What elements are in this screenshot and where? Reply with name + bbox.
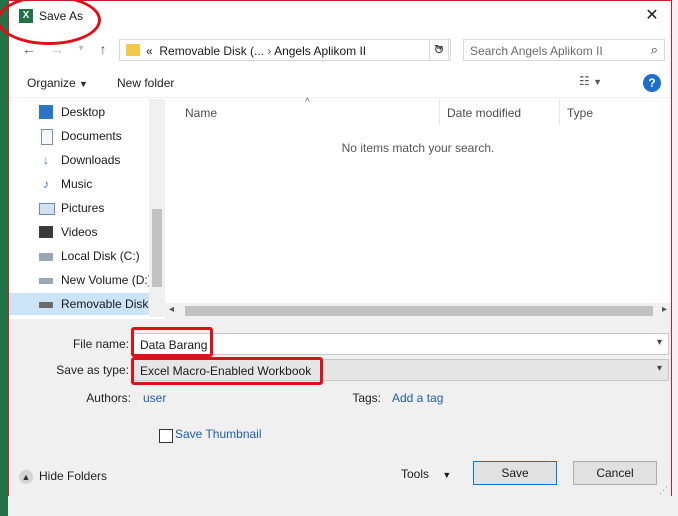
sidebar-item-label: Downloads [61,153,121,167]
recent-chevron-icon[interactable]: ▾ [71,39,91,59]
organize-button[interactable]: Organize ▼ [27,76,88,90]
hide-folders-button[interactable]: ▲ Hide Folders [19,469,107,484]
up-arrow-icon[interactable]: ↑ [93,39,113,59]
sidebar-item-label: Desktop [61,105,106,119]
toolbar: Organize ▼ New folder ☷ ▼ ? [9,69,671,98]
background-strip [8,496,678,516]
sidebar-item-removable-disk[interactable]: Removable Disk [9,293,149,315]
music-icon: ♪ [43,177,49,191]
file-name-value: Data Barang [140,338,208,352]
navigation-pane: Desktop Documents ↓ Downloads ♪ Music Pi… [9,99,165,317]
breadcrumb-separator: › [267,44,272,58]
search-input[interactable]: Search Angels Aplikom II ⌕ [463,39,665,61]
usb-drive-icon [39,302,53,308]
sidebar-scroll-thumb[interactable] [152,209,162,287]
column-header-type[interactable]: Type [567,106,593,120]
tags-label: Tags: [352,391,381,405]
scroll-right-icon[interactable]: ▸ [662,304,667,315]
sort-caret-icon: ^ [305,97,310,108]
authors-label: Authors: [86,391,131,405]
sidebar-item-local-disk[interactable]: Local Disk (C:) [9,245,149,267]
resize-grip-icon[interactable]: ⋰ [659,485,669,495]
cancel-button[interactable]: Cancel [573,461,657,485]
address-bar[interactable]: « Removable Disk (... › Angels Aplikom I… [119,39,451,61]
chevron-down-icon[interactable]: ▾ [657,363,662,374]
videos-icon [39,226,53,238]
refresh-icon[interactable]: ↻ [429,39,449,61]
search-placeholder: Search Angels Aplikom II [470,44,603,58]
sidebar-scrollbar[interactable] [149,99,165,317]
authors-value[interactable]: user [143,391,166,405]
column-header-name[interactable]: Name [185,106,217,120]
breadcrumb: « Removable Disk (... › Angels Aplikom I… [146,44,366,58]
forward-arrow-icon[interactable]: → [47,39,67,59]
folder-icon [126,44,140,56]
local-disk-icon [39,253,53,261]
sidebar-item-label: Music [61,177,93,191]
save-as-type-label: Save as type: [56,363,129,377]
chevron-down-icon[interactable]: ▾ [657,337,662,348]
excel-icon: X [19,9,33,23]
hide-folders-label: Hide Folders [39,469,108,483]
sidebar-item-label: New Volume (D:) [61,273,149,287]
tools-button[interactable]: Tools ▼ [401,467,451,481]
save-form: File name: Data Barang ▾ Save as type: E… [9,319,671,497]
dialog-title: Save As [39,9,84,23]
sidebar-item-label: Local Disk (C:) [61,249,140,263]
save-thumbnail-checkbox[interactable] [159,429,173,443]
downloads-icon: ↓ [43,153,49,167]
sidebar-item-new-volume[interactable]: New Volume (D:) [9,269,149,291]
save-as-type-select[interactable]: Excel Macro-Enabled Workbook ▾ [133,359,669,381]
sidebar-item-documents[interactable]: Documents [9,125,149,147]
file-name-input[interactable]: Data Barang ▾ [133,333,669,355]
close-icon[interactable]: ✕ [639,5,665,27]
save-as-type-value: Excel Macro-Enabled Workbook [140,364,312,378]
help-icon[interactable]: ? [643,74,661,92]
sidebar-item-music[interactable]: ♪ Music [9,173,149,195]
drive-icon [39,278,53,284]
save-thumbnail-label[interactable]: Save Thumbnail [175,427,262,441]
chevron-down-icon: ▼ [79,79,88,89]
sidebar-item-label: Pictures [61,201,105,215]
sidebar-item-pictures[interactable]: Pictures [9,197,149,219]
organize-label: Organize [27,76,76,90]
save-button[interactable]: Save [473,461,557,485]
column-header-date-modified[interactable]: Date modified [447,106,521,120]
column-divider[interactable] [439,99,440,125]
file-name-label: File name: [72,337,129,351]
background-edge [672,0,678,516]
back-arrow-icon[interactable]: ← [19,39,39,59]
pictures-icon [39,203,55,215]
breadcrumb-angels-aplikom[interactable]: Angels Aplikom II [274,44,366,58]
navigation-bar: ← → ▾ ↑ « Removable Disk (... › Angels A… [9,35,671,63]
documents-icon [41,129,53,145]
column-divider[interactable] [559,99,560,125]
title-bar: X Save As ✕ [9,1,671,31]
sidebar-item-downloads[interactable]: ↓ Downloads [9,149,149,171]
chevron-down-icon: ▼ [442,470,452,480]
sidebar-item-desktop[interactable]: Desktop [9,101,149,123]
tools-label: Tools [401,467,430,481]
sidebar-item-videos[interactable]: Videos [9,221,149,243]
add-tag-link[interactable]: Add a tag [392,391,443,405]
new-folder-button[interactable]: New folder [117,76,174,90]
file-list-scrollbar[interactable]: ◂ ▸ [165,303,671,319]
view-options-icon[interactable]: ☷ ▼ [579,74,602,88]
save-as-dialog: X Save As ✕ ← → ▾ ↑ « Removable Disk (..… [0,0,672,497]
file-list-scroll-thumb[interactable] [185,306,653,316]
scroll-left-icon[interactable]: ◂ [169,304,174,315]
chevron-up-icon: ▲ [19,469,33,484]
file-list: ^ Name Date modified Type No items match… [165,97,671,319]
excel-background [0,0,8,516]
breadcrumb-overflow[interactable]: « [146,44,153,58]
empty-message: No items match your search. [341,141,495,155]
breadcrumb-removable-disk[interactable]: Removable Disk (... [159,44,264,58]
search-icon[interactable]: ⌕ [651,42,658,58]
sidebar-item-label: Documents [61,129,122,143]
sidebar-item-label: Videos [61,225,98,239]
sidebar-item-label: Removable Disk [61,297,149,311]
desktop-icon [39,105,53,119]
